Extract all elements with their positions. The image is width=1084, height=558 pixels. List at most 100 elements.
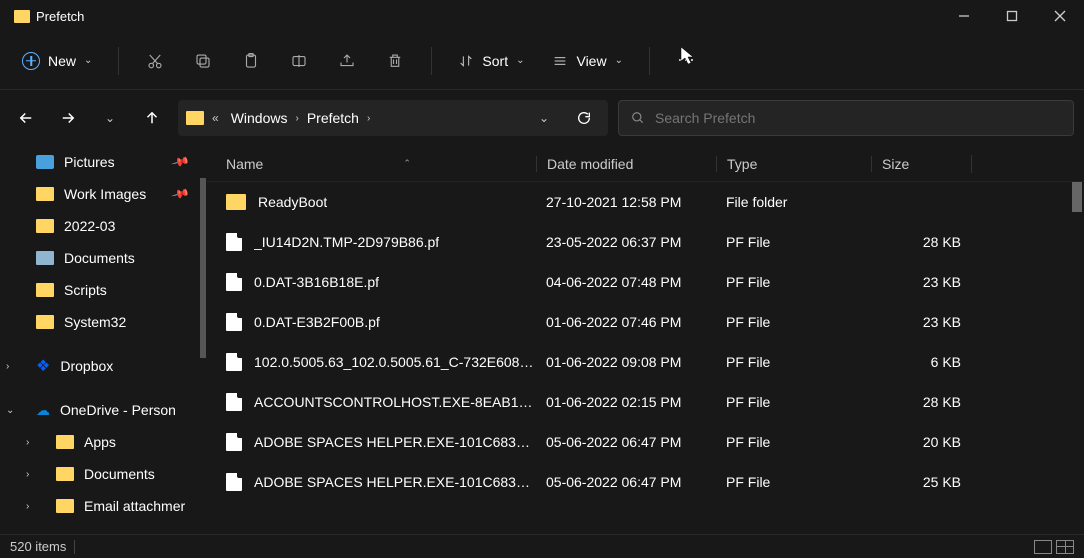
file-name: ACCOUNTSCONTROLHOST.EXE-8EAB1F0...	[254, 394, 536, 410]
table-row[interactable]: _IU14D2N.TMP-2D979B86.pf23-05-2022 06:37…	[206, 222, 1084, 262]
folder-icon	[36, 187, 54, 201]
sidebar-item[interactable]: Pictures📌	[0, 146, 206, 178]
file-type: File folder	[716, 194, 871, 210]
sidebar-item-label: Dropbox	[60, 358, 113, 374]
sort-label: Sort	[482, 53, 508, 69]
sidebar-item[interactable]: ⌄☁OneDrive - Person	[0, 394, 206, 426]
search-box[interactable]	[618, 100, 1074, 136]
address-bar[interactable]: « Windows › Prefetch › ⌄	[178, 100, 608, 136]
column-date[interactable]: Date modified	[536, 156, 716, 172]
sidebar-item-label: Apps	[84, 434, 116, 450]
file-type: PF File	[716, 474, 871, 490]
scrollbar-thumb[interactable]	[1072, 182, 1082, 212]
refresh-button[interactable]	[568, 102, 600, 134]
breadcrumb-segment[interactable]: Windows	[227, 108, 292, 128]
plus-icon	[22, 52, 40, 70]
picture-icon	[36, 155, 54, 169]
sidebar-item[interactable]: Scripts	[0, 274, 206, 306]
sidebar-item[interactable]: › Apps	[0, 426, 206, 458]
titlebar: Prefetch	[0, 0, 1084, 32]
file-type: PF File	[716, 314, 871, 330]
sidebar-item-label: Documents	[64, 250, 135, 266]
copy-button[interactable]	[183, 41, 223, 81]
table-row[interactable]: ACCOUNTSCONTROLHOST.EXE-8EAB1F0...01-06-…	[206, 382, 1084, 422]
sidebar-item-label: Work Images	[64, 186, 146, 202]
paste-button[interactable]	[231, 41, 271, 81]
back-button[interactable]	[10, 102, 42, 134]
file-name: 0.DAT-3B16B18E.pf	[254, 274, 379, 290]
file-date: 27-10-2021 12:58 PM	[536, 194, 716, 210]
new-button[interactable]: New ⌄	[12, 46, 102, 76]
file-name: 0.DAT-E3B2F00B.pf	[254, 314, 380, 330]
chevron-right-icon[interactable]: ›	[26, 501, 29, 512]
file-type: PF File	[716, 274, 871, 290]
pin-icon: 📌	[171, 184, 191, 204]
up-button[interactable]	[136, 102, 168, 134]
column-name[interactable]: Name⌃	[226, 156, 536, 172]
delete-button[interactable]	[375, 41, 415, 81]
breadcrumb-segment[interactable]: Prefetch	[303, 108, 363, 128]
file-size: 20 KB	[871, 434, 971, 450]
table-row[interactable]: 0.DAT-E3B2F00B.pf01-06-2022 07:46 PMPF F…	[206, 302, 1084, 342]
dropbox-icon: ❖	[36, 356, 50, 376]
sidebar-item[interactable]: › ❖ Dropbox	[0, 350, 206, 382]
sidebar-item[interactable]: System32	[0, 306, 206, 338]
folder-icon	[186, 111, 204, 125]
chevron-down-icon: ⌄	[516, 55, 524, 66]
table-row[interactable]: ADOBE SPACES HELPER.EXE-101C683A.pf05-06…	[206, 422, 1084, 462]
sidebar: Pictures📌 Work Images 📌 2022-03 Documents Scr…	[0, 146, 206, 534]
folder-icon	[36, 283, 54, 297]
file-date: 23-05-2022 06:37 PM	[536, 234, 716, 250]
overflow-chevron-icon[interactable]: «	[212, 111, 219, 125]
table-row[interactable]: 0.DAT-3B16B18E.pf 04-06-2022 07:48 PMPF F…	[206, 262, 1084, 302]
search-icon	[631, 111, 645, 125]
minimize-button[interactable]	[940, 0, 988, 32]
rename-button[interactable]	[279, 41, 319, 81]
table-row[interactable]: 102.0.5005.63_102.0.5005.61_C-732E6080..…	[206, 342, 1084, 382]
chevron-right-icon[interactable]: ›	[26, 437, 29, 448]
recent-button[interactable]: ⌄	[94, 102, 126, 134]
table-row[interactable]: ADOBE SPACES HELPER.EXE-101C683B.pf05-06…	[206, 462, 1084, 502]
chevron-down-icon[interactable]: ⌄	[6, 405, 14, 416]
sidebar-item-label: Scripts	[64, 282, 107, 298]
file-type: PF File	[716, 354, 871, 370]
file-name: 102.0.5005.63_102.0.5005.61_C-732E6080..…	[254, 354, 536, 370]
forward-button[interactable]	[52, 102, 84, 134]
file-size: 25 KB	[871, 474, 971, 490]
thumbnails-view-icon[interactable]	[1056, 540, 1074, 554]
toolbar: New ⌄ Sort ⌄ View ⌄ ⋯	[0, 32, 1084, 90]
folder-icon	[56, 435, 74, 449]
maximize-button[interactable]	[988, 0, 1036, 32]
sidebar-item[interactable]: ›Documents	[0, 458, 206, 490]
file-name: ADOBE SPACES HELPER.EXE-101C683B.pf	[254, 474, 536, 490]
sidebar-item-label: 2022-03	[64, 218, 115, 234]
address-dropdown[interactable]: ⌄	[528, 102, 560, 134]
sidebar-item[interactable]: 2022-03	[0, 210, 206, 242]
close-button[interactable]	[1036, 0, 1084, 32]
file-date: 01-06-2022 09:08 PM	[536, 354, 716, 370]
share-button[interactable]	[327, 41, 367, 81]
sidebar-item-label: Email attachmer	[84, 498, 185, 514]
document-icon	[36, 251, 54, 265]
chevron-right-icon[interactable]: ›	[295, 113, 298, 124]
search-input[interactable]	[655, 110, 1061, 126]
view-button[interactable]: View ⌄	[542, 47, 632, 75]
chevron-right-icon[interactable]: ›	[26, 469, 29, 480]
sort-button[interactable]: Sort ⌄	[448, 47, 534, 75]
details-view-icon[interactable]	[1034, 540, 1052, 554]
sidebar-item[interactable]: › Email attachmer	[0, 490, 206, 522]
file-date: 04-06-2022 07:48 PM	[536, 274, 716, 290]
file-name: ReadyBoot	[258, 194, 327, 210]
chevron-right-icon[interactable]: ›	[367, 113, 370, 124]
file-list: Name⌃ Date modified Type Size ReadyBoot 2…	[206, 146, 1084, 534]
view-label: View	[576, 53, 606, 69]
column-size[interactable]: Size	[871, 156, 971, 172]
sidebar-item[interactable]: Work Images 📌	[0, 178, 206, 210]
chevron-right-icon[interactable]: ›	[6, 361, 9, 372]
column-type[interactable]: Type	[716, 156, 871, 172]
more-button[interactable]: ⋯	[666, 41, 706, 81]
sidebar-item[interactable]: Documents	[0, 242, 206, 274]
pin-icon: 📌	[171, 152, 191, 172]
cut-button[interactable]	[135, 41, 175, 81]
table-row[interactable]: ReadyBoot 27-10-2021 12:58 PMFile folder	[206, 182, 1084, 222]
